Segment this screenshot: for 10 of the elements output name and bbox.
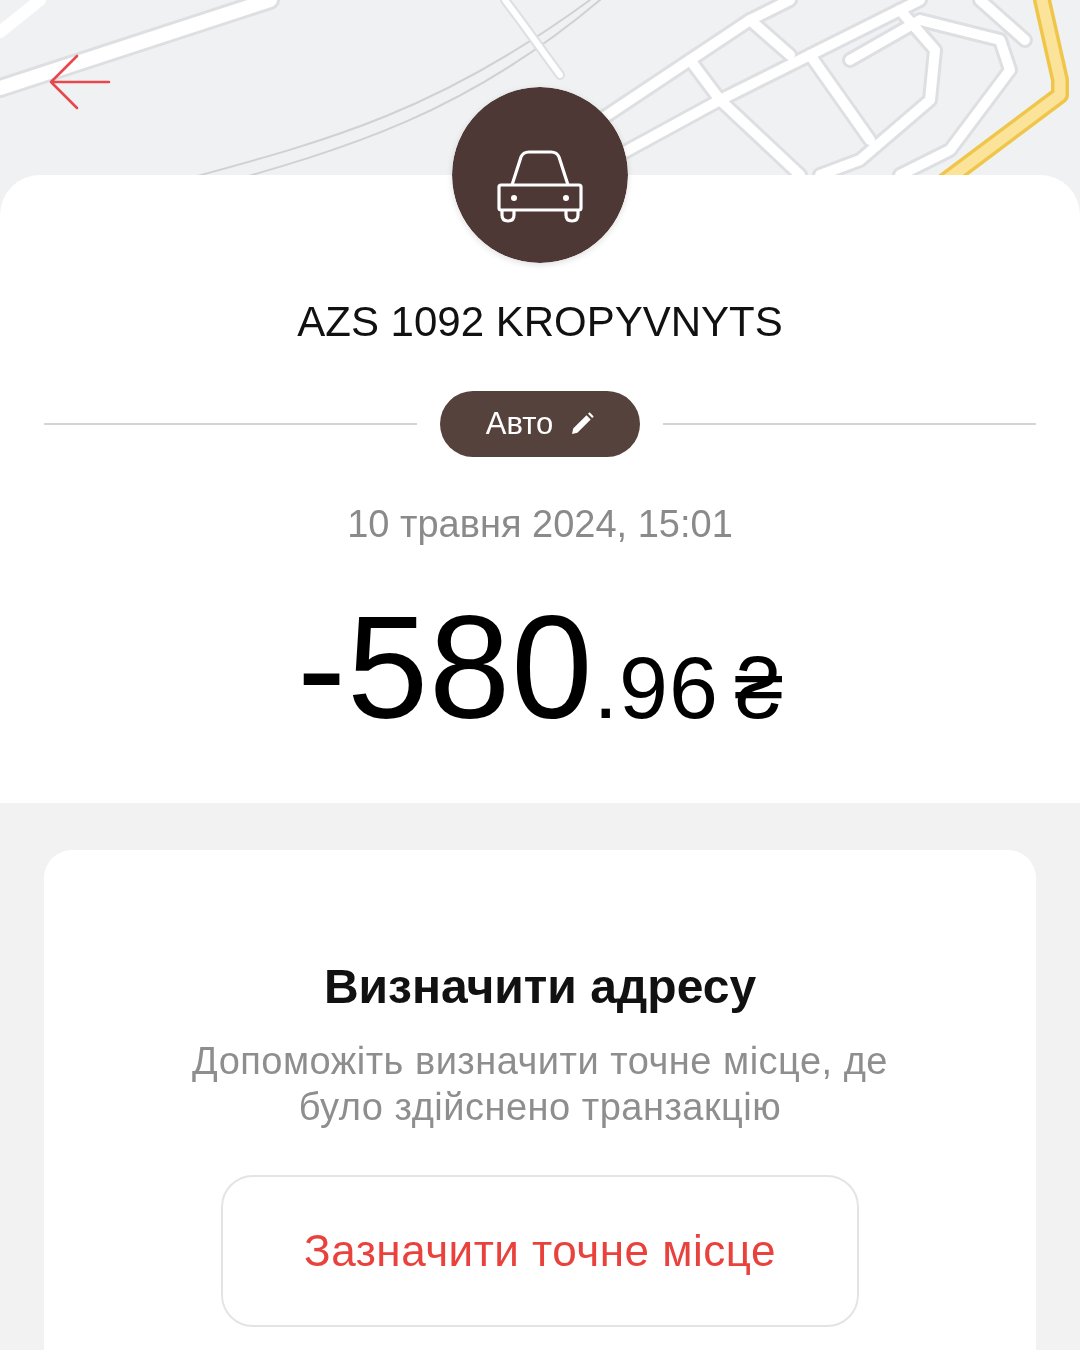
card-description: Допоможіть визначити точне місце, де було здійснено транзакцію (191, 1039, 889, 1130)
card-title: Визначити адресу (323, 959, 757, 1015)
arrow-left-icon (47, 54, 111, 110)
merchant-name: AZS 1092 KROPYVNYTS (297, 297, 783, 347)
amount-text: -580.96 (297, 595, 719, 741)
pencil-icon (570, 412, 595, 436)
mark-location-button[interactable]: Зазначити точне місце (221, 1175, 859, 1327)
currency-symbol: ₴ (734, 645, 783, 731)
category-button[interactable]: Авто (439, 391, 641, 457)
transaction-date: 10 травня 2024, 15:01 (347, 502, 733, 547)
